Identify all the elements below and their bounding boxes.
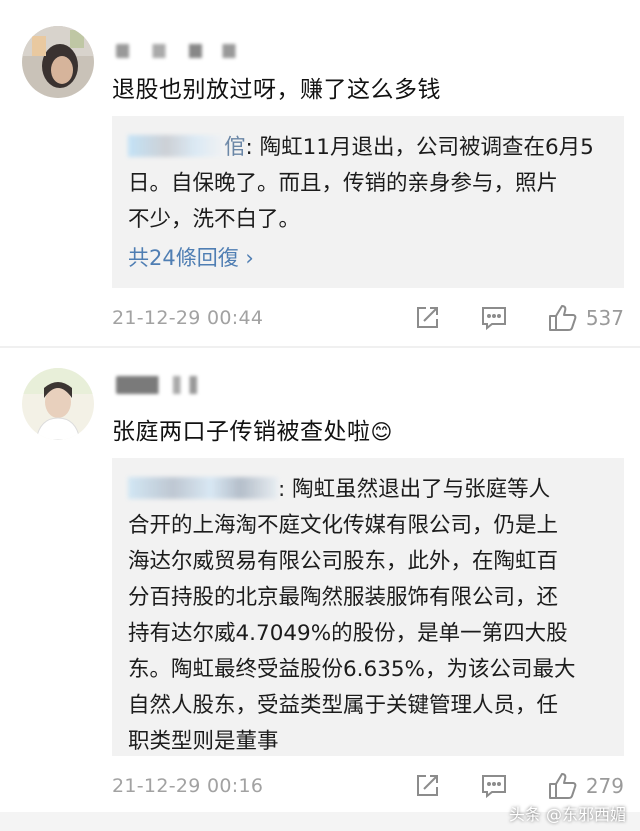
reply-line: 海达尔威贸易有限公司股东，此外，在陶虹百 [128,549,559,574]
reply-line: 东。陶虹最终受益股份6.635%，为该公司最大 [128,657,576,682]
comment-text: 退股也别放过呀，赚了这么多钱 [112,77,441,103]
reply-text: : 陶虹11月退出，公司被调查在6月5 [245,135,594,160]
like-icon [548,772,578,800]
comment-meta: 21-12-29 00:16 279 [112,768,624,804]
reply-line: 倌: 陶虹11月退出，公司被调查在6月5 [128,130,610,166]
timestamp: 21-12-29 00:44 [112,307,264,329]
reply-author-blurred[interactable] [128,477,278,499]
reply-line: 职类型则是董事 [128,729,279,754]
timestamp: 21-12-29 00:16 [112,775,264,797]
like-count: 537 [585,306,624,330]
view-replies-link[interactable]: 共24條回復 › [128,240,610,276]
reply-button[interactable] [480,305,508,331]
comment-icon [480,305,508,331]
like-button[interactable]: 279 [548,772,624,800]
comment-meta: 21-12-29 00:44 537 [112,300,624,336]
reply-author-tail[interactable]: 倌 [224,135,246,160]
avatar[interactable] [22,368,94,440]
reply-button[interactable] [480,773,508,799]
reply-line: 持有达尔威4.7049%的股份，是单一第四大股 [128,621,568,646]
avatar[interactable] [22,26,94,98]
reply-box[interactable]: : 陶虹虽然退出了与张庭等人 合开的上海淘不庭文化传媒有限公司，仍是上 海达尔威… [112,458,624,756]
comment-icon [480,773,508,799]
reply-line: 不少，洗不白了。 [128,207,301,232]
share-icon [414,773,440,799]
username-blurred[interactable] [116,44,246,58]
reply-line: 合开的上海淘不庭文化传媒有限公司，仍是上 [128,513,559,538]
like-icon [548,304,578,332]
share-button[interactable] [414,305,440,331]
reply-line: 日。自保晚了。而且，传销的亲身参与，照片 [128,171,559,196]
smile-emoji-icon: 😊 [370,420,393,444]
reply-line: 自然人股东，受益类型属于关键管理人员，任 [128,693,559,718]
reply-text: : 陶虹虽然退出了与张庭等人 [278,477,551,502]
comment-text: 张庭两口子传销被查处啦😊 [112,412,393,446]
share-icon [414,305,440,331]
divider [0,346,640,348]
like-button[interactable]: 537 [548,304,624,332]
reply-line: : 陶虹虽然退出了与张庭等人 [128,472,610,508]
share-button[interactable] [414,773,440,799]
watermark: 头条 @东邪西媚 [508,805,626,824]
username-blurred[interactable] [116,376,208,394]
reply-line: 分百持股的北京最陶然服装服饰有限公司，还 [128,585,559,610]
like-count: 279 [585,774,624,798]
reply-author-blurred[interactable] [128,135,224,157]
reply-box[interactable]: 倌: 陶虹11月退出，公司被调查在6月5 日。自保晚了。而且，传销的亲身参与，照… [112,116,624,288]
comment-text-content: 张庭两口子传销被查处啦 [112,419,371,445]
